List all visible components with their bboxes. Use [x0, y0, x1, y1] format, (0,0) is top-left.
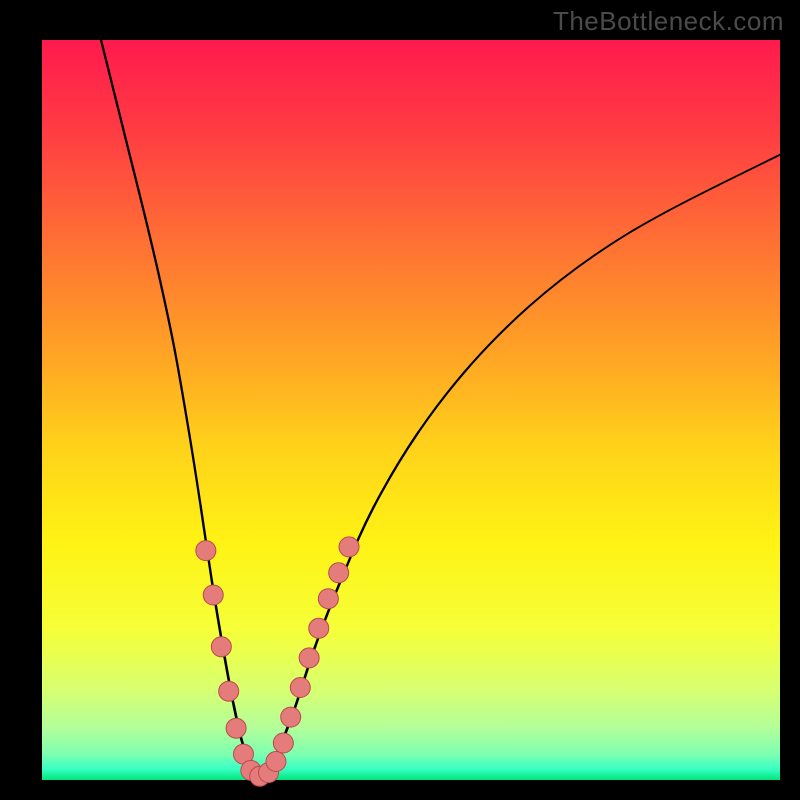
data-marker — [339, 537, 359, 557]
data-marker — [273, 733, 293, 753]
data-marker — [318, 589, 338, 609]
data-marker — [219, 681, 239, 701]
data-marker — [266, 752, 286, 772]
data-marker — [290, 678, 310, 698]
data-marker — [309, 618, 329, 638]
gradient-background — [42, 40, 780, 780]
chart-frame: TheBottleneck.com — [0, 0, 800, 800]
data-marker — [203, 585, 223, 605]
data-marker — [281, 707, 301, 727]
bottleneck-plot — [0, 0, 800, 800]
watermark-text: TheBottleneck.com — [553, 6, 784, 37]
data-marker — [329, 563, 349, 583]
data-marker — [211, 637, 231, 657]
data-marker — [196, 541, 216, 561]
data-marker — [226, 718, 246, 738]
data-marker — [299, 648, 319, 668]
